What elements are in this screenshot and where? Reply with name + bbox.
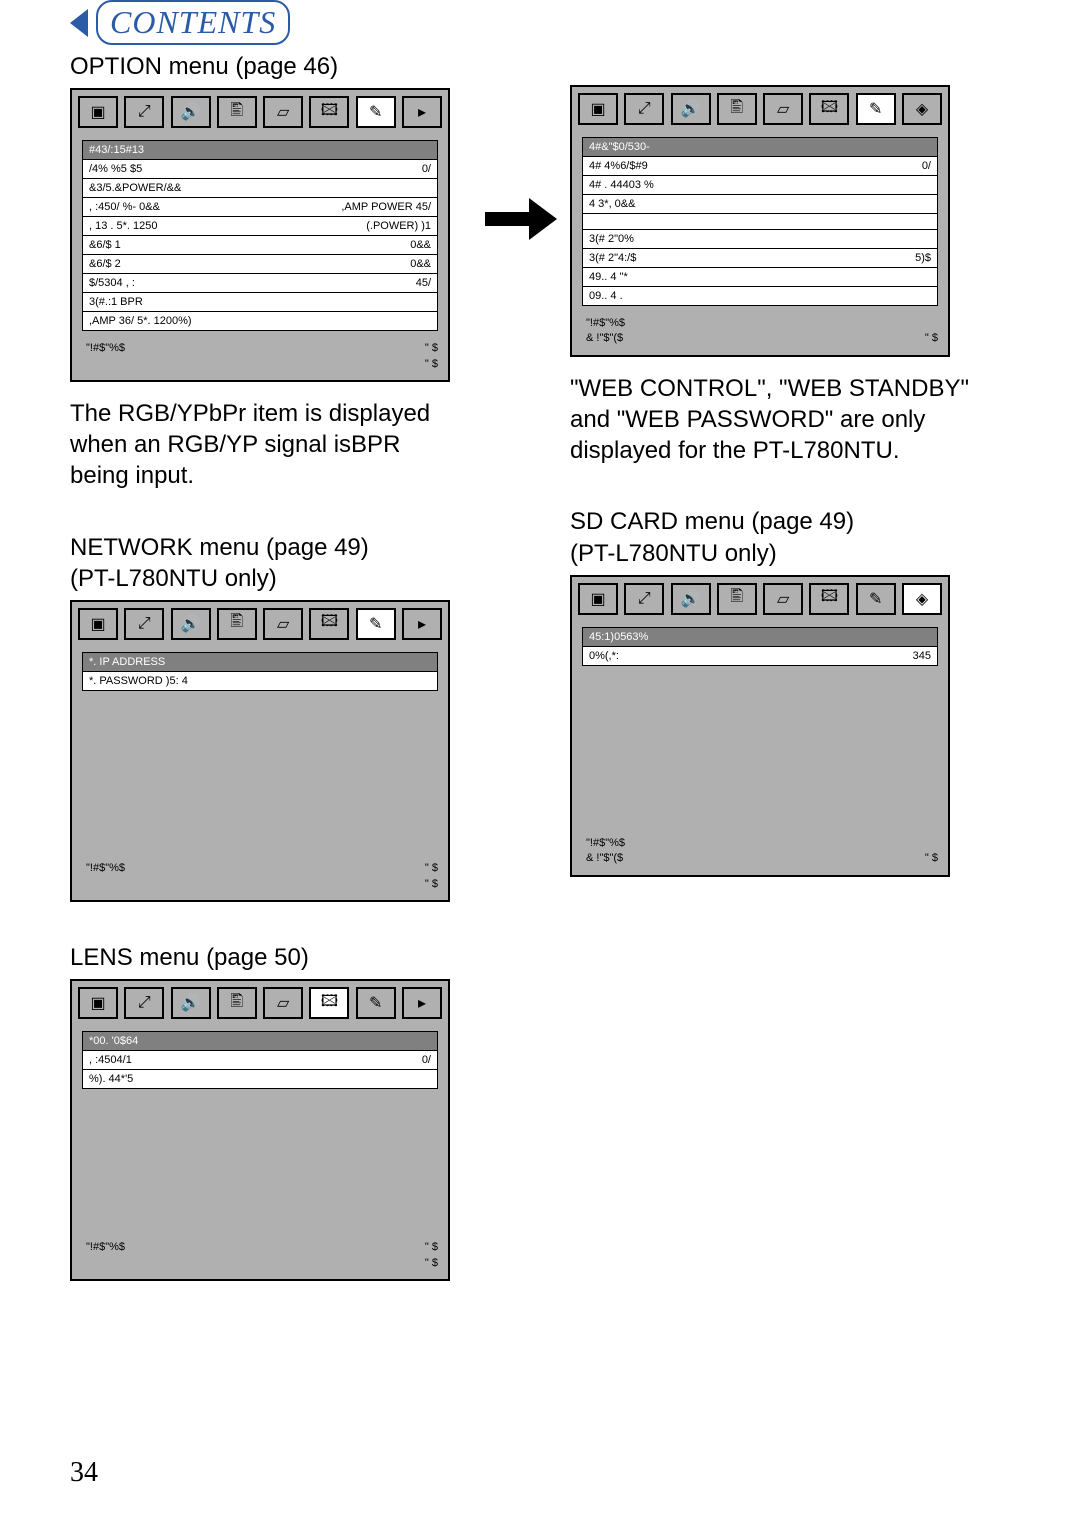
iconbar: ▣ ⤢ 🔊 🖺 ▱ 🖾 ✎ ▸ [72, 90, 448, 134]
zoom-icon: ⤢ [124, 608, 164, 640]
option-rows: #43/:15#13 /4% %5 $50/ &3/5.&POWER/&& , … [82, 140, 438, 331]
audio-icon: 🔊 [671, 583, 711, 615]
lens-panel: ▣ ⤢ 🔊 🖺 ▱ 🖾 ✎ ▸ *00. '0$64 , :4504/10/ [70, 979, 450, 1281]
sd-panel: ▣ ⤢ 🔊 🖺 ▱ 🖾 ✎ ◈ 45:1)0563% 0%(,*:345 [570, 575, 950, 877]
keystone-icon: ▱ [263, 608, 303, 640]
network-menu-section: NETWORK menu (page 49) (PT-L780NTU only)… [70, 532, 510, 902]
option-menu-section: OPTION menu (page 46) ▣ ⤢ 🔊 🖺 ▱ 🖾 ✎ ▸ [70, 51, 510, 492]
zoom-icon: ⤢ [624, 583, 664, 615]
contents-label: CONTENTS [96, 0, 290, 45]
audio-icon: 🔊 [171, 96, 211, 128]
zoom-icon: ⤢ [124, 987, 164, 1019]
option-icon: ✎ [356, 987, 396, 1019]
zoom-icon: ⤢ [124, 96, 164, 128]
option-cont-rows: 4#&"$0/530- 4# 4%6/$#90/ 4# . 44403 % 4 … [582, 137, 938, 306]
next-icon: ▸ [402, 608, 442, 640]
option-cont-caption: "WEB CONTROL", "WEB STANDBY" and "WEB PA… [570, 373, 1010, 467]
keystone-icon: ▱ [263, 987, 303, 1019]
next-icon: ▸ [402, 96, 442, 128]
language-icon: 🖺 [217, 96, 257, 128]
audio-icon: 🔊 [171, 608, 211, 640]
image-icon: 🖾 [309, 608, 349, 640]
zoom-icon: ⤢ [624, 93, 664, 125]
lens-footer: "!#$"%$" $ " $ [82, 1240, 438, 1271]
card-icon: ◈ [902, 93, 942, 125]
option-icon: ✎ [856, 93, 896, 125]
option-cont-footer: "!#$"%$ & !"$"($" $ [582, 316, 938, 347]
option-menu-heading: OPTION menu (page 46) [70, 51, 510, 82]
sd-footer: "!#$"%$ & !"$"($" $ [582, 836, 938, 867]
language-icon: 🖺 [717, 93, 757, 125]
network-heading: NETWORK menu (page 49) (PT-L780NTU only) [70, 532, 510, 594]
audio-icon: 🔊 [171, 987, 211, 1019]
audio-icon: 🔊 [671, 93, 711, 125]
network-icon: ✎ [356, 608, 396, 640]
picture-icon: ▣ [578, 583, 618, 615]
image-icon: 🖾 [809, 93, 849, 125]
language-icon: 🖺 [717, 583, 757, 615]
image-icon: 🖾 [809, 583, 849, 615]
option-cont-panel: ▣ ⤢ 🔊 🖺 ▱ 🖾 ✎ ◈ 4#&"$0/530- 4# 4%6/$#90/ [570, 85, 950, 357]
language-icon: 🖺 [217, 987, 257, 1019]
contents-header[interactable]: CONTENTS [70, 0, 1010, 45]
network-rows: *. IP ADDRESS *. PASSWORD )5: 4 [82, 652, 438, 691]
sd-rows: 45:1)0563% 0%(,*:345 [582, 627, 938, 666]
picture-icon: ▣ [78, 608, 118, 640]
sd-menu-section: SD CARD menu (page 49) (PT-L780NTU only)… [570, 506, 1010, 876]
keystone-icon: ▱ [763, 583, 803, 615]
keystone-icon: ▱ [763, 93, 803, 125]
option-menu-panel: ▣ ⤢ 🔊 🖺 ▱ 🖾 ✎ ▸ #43/:15#13 /4% %5 $50/ [70, 88, 450, 382]
network-panel: ▣ ⤢ 🔊 🖺 ▱ 🖾 ✎ ▸ *. IP ADDRESS *. PASSWOR… [70, 600, 450, 902]
language-icon: 🖺 [217, 608, 257, 640]
option-icon: ✎ [356, 96, 396, 128]
option-icon: ✎ [856, 583, 896, 615]
keystone-icon: ▱ [263, 96, 303, 128]
option-cont-section: ▣ ⤢ 🔊 🖺 ▱ 🖾 ✎ ◈ 4#&"$0/530- 4# 4%6/$#90/ [570, 85, 1010, 466]
arrow-left-icon [70, 9, 88, 37]
picture-icon: ▣ [78, 987, 118, 1019]
lens-rows: *00. '0$64 , :4504/10/ %). 44*'5 [82, 1031, 438, 1089]
next-icon: ▸ [402, 987, 442, 1019]
lens-heading: LENS menu (page 50) [70, 942, 510, 973]
lens-menu-section: LENS menu (page 50) ▣ ⤢ 🔊 🖺 ▱ 🖾 ✎ ▸ [70, 942, 510, 1281]
lens-icon: 🖾 [309, 987, 349, 1019]
option-footer: "!#$"%$" $ " $ [82, 341, 438, 372]
picture-icon: ▣ [78, 96, 118, 128]
page-number: 34 [70, 1457, 98, 1489]
image-icon: 🖾 [309, 96, 349, 128]
option-caption: The RGB/YPbPr item is displayed when an … [70, 398, 510, 492]
network-footer: "!#$"%$" $ " $ [82, 861, 438, 892]
picture-icon: ▣ [578, 93, 618, 125]
card-icon: ◈ [902, 583, 942, 615]
sd-heading: SD CARD menu (page 49) (PT-L780NTU only) [570, 506, 1010, 568]
